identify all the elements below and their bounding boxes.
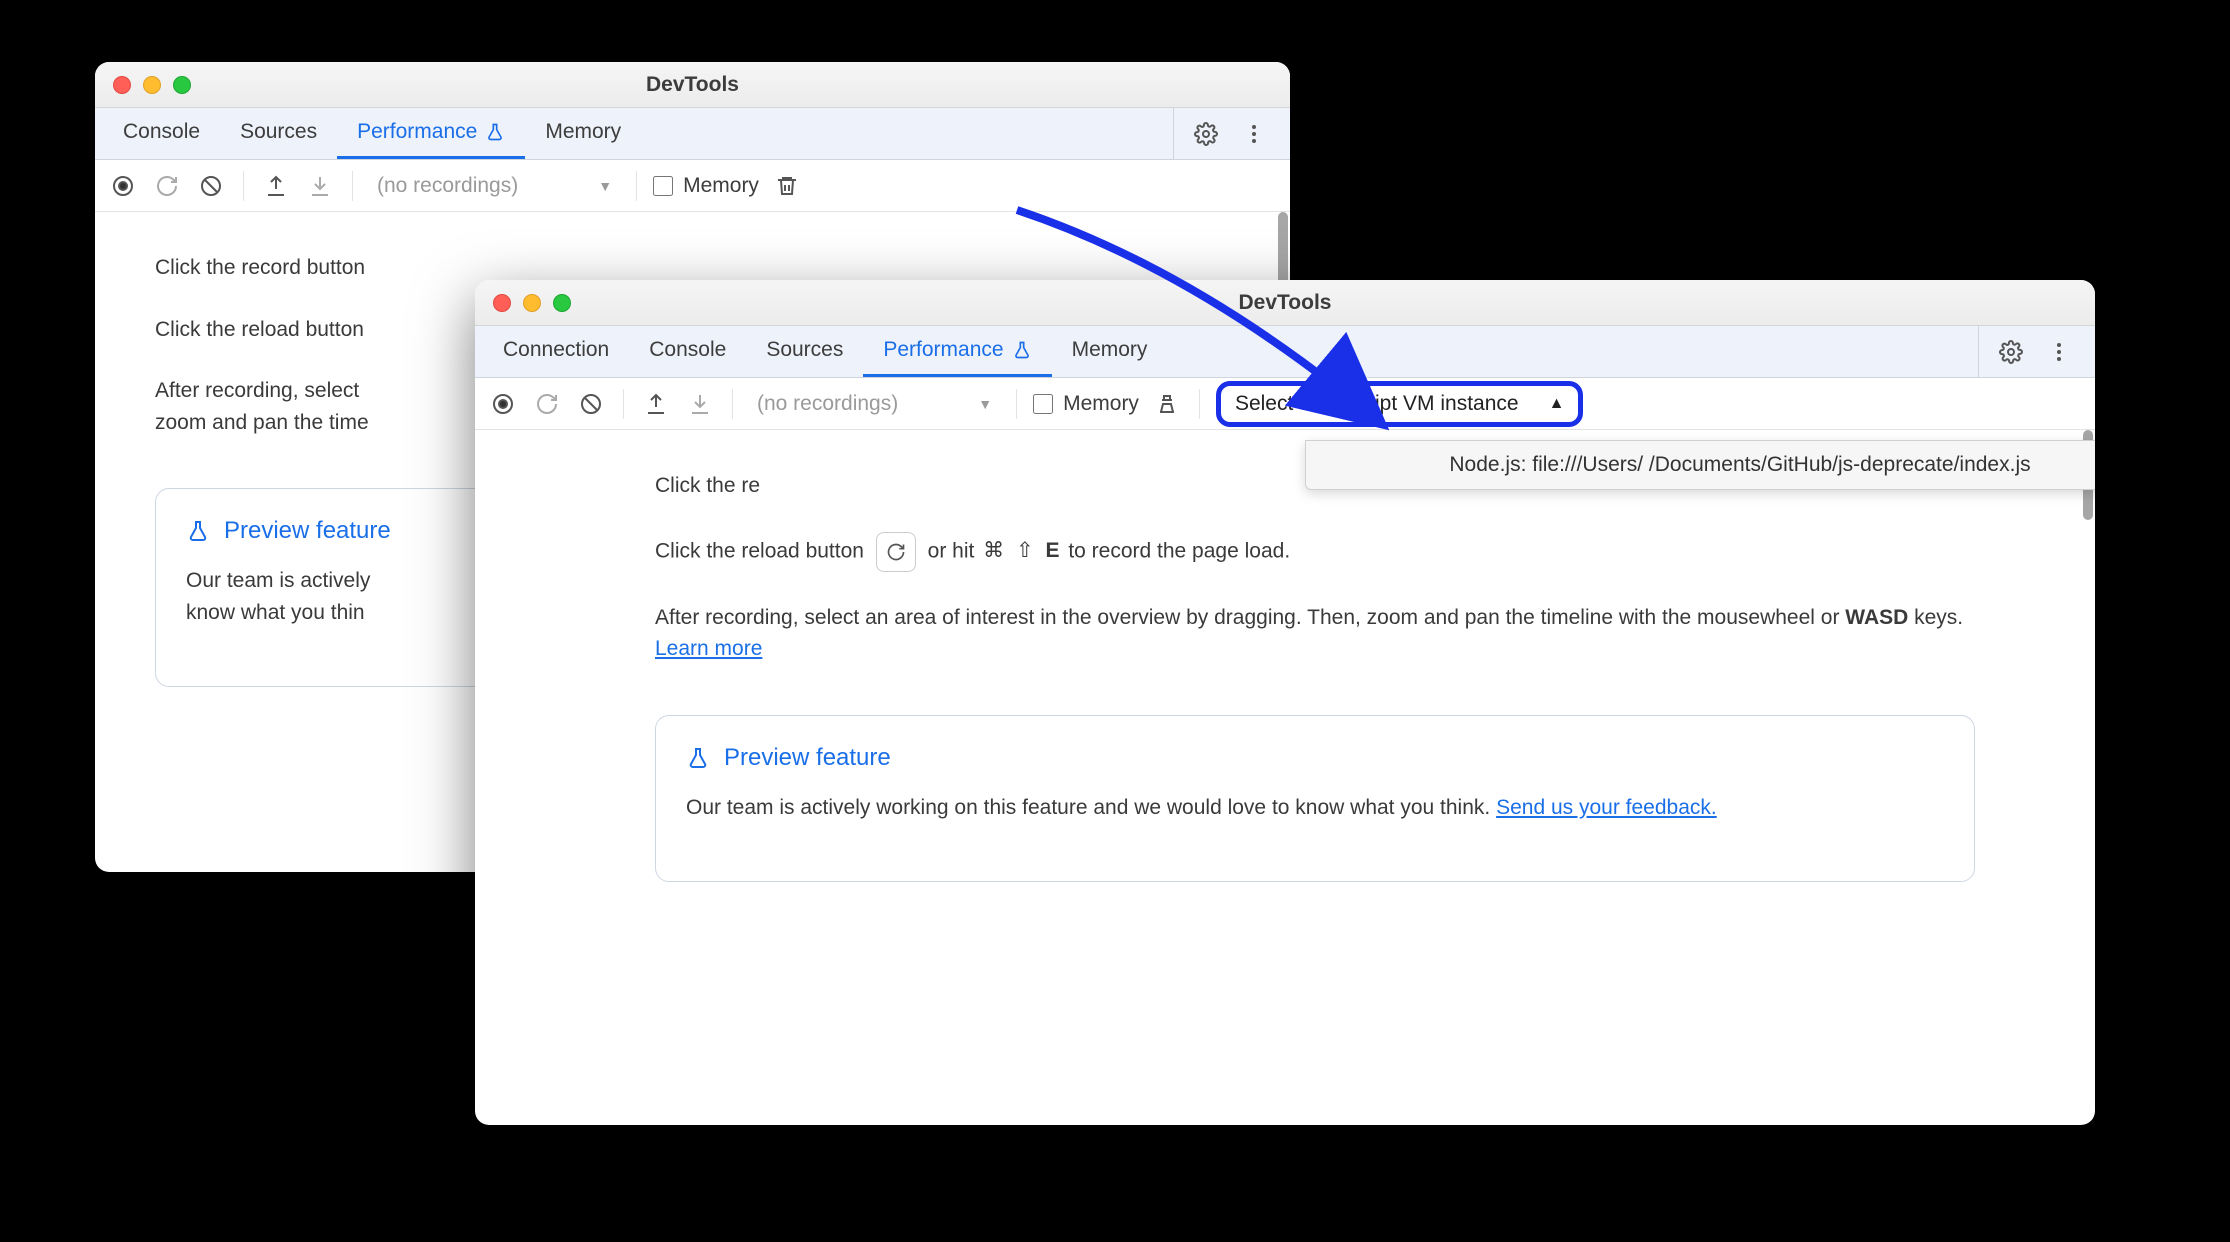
recordings-select[interactable]: (no recordings) ▼ <box>749 392 1000 416</box>
collect-garbage-icon[interactable] <box>1151 388 1183 420</box>
settings-icon[interactable] <box>1190 118 1222 150</box>
more-icon[interactable] <box>1238 118 1270 150</box>
more-icon[interactable] <box>2043 336 2075 368</box>
upload-icon[interactable] <box>640 388 672 420</box>
flask-icon <box>485 122 505 142</box>
reload-button[interactable] <box>531 388 563 420</box>
vm-dropdown-item[interactable]: Node.js: file:///Users/ /Documents/GitHu… <box>1449 453 2030 476</box>
reload-button[interactable] <box>151 170 183 202</box>
record-button[interactable] <box>107 170 139 202</box>
preview-title: Preview feature <box>724 744 891 772</box>
tab-sources[interactable]: Sources <box>746 326 863 377</box>
upload-icon[interactable] <box>260 170 292 202</box>
titlebar: DevTools <box>95 62 1290 108</box>
tab-sources[interactable]: Sources <box>220 108 337 159</box>
tab-performance[interactable]: Performance <box>863 326 1051 377</box>
preview-body: Our team is actively working on this fea… <box>686 792 1944 824</box>
tab-console[interactable]: Console <box>629 326 746 377</box>
recordings-select[interactable]: (no recordings) ▼ <box>369 174 620 198</box>
clear-button[interactable] <box>195 170 227 202</box>
learn-more-link[interactable]: Learn more <box>655 637 762 660</box>
download-icon[interactable] <box>304 170 336 202</box>
preview-title: Preview feature <box>224 517 391 545</box>
preview-card: Preview feature Our team is actively wor… <box>655 715 1975 883</box>
settings-icon[interactable] <box>1995 336 2027 368</box>
window-title: DevTools <box>475 291 2095 315</box>
perf-toolbar: (no recordings) ▼ Memory <box>95 160 1290 212</box>
tab-bar: Connection Console Sources Performance M… <box>475 326 2095 378</box>
tab-performance[interactable]: Performance <box>337 108 525 159</box>
tab-console[interactable]: Console <box>103 108 220 159</box>
vm-dropdown-menu[interactable]: Node.js: file:///Users/ /Documents/GitHu… <box>1305 440 2095 490</box>
memory-checkbox[interactable]: Memory <box>1033 392 1139 416</box>
vm-instance-select[interactable]: Select JavaScript VM instance ▲ <box>1216 381 1583 427</box>
tab-memory[interactable]: Memory <box>1052 326 1168 377</box>
window-title: DevTools <box>95 73 1290 97</box>
reload-hint: Click the reload button or hit ⌘ ⇧ E to … <box>655 532 1975 572</box>
flask-icon <box>686 746 710 770</box>
perf-content: Click the re Click the reload button or … <box>475 430 2095 1125</box>
trash-icon[interactable] <box>771 170 803 202</box>
feedback-link[interactable]: Send us your feedback. <box>1496 796 1717 819</box>
reload-inline-icon <box>876 532 916 572</box>
clear-button[interactable] <box>575 388 607 420</box>
titlebar: DevTools <box>475 280 2095 326</box>
tab-bar: Console Sources Performance Memory <box>95 108 1290 160</box>
after-hint: After recording, select an area of inter… <box>655 602 1975 665</box>
record-button[interactable] <box>487 388 519 420</box>
download-icon[interactable] <box>684 388 716 420</box>
perf-toolbar: (no recordings) ▼ Memory Select JavaScri… <box>475 378 2095 430</box>
record-hint: Click the record button <box>155 252 1230 284</box>
flask-icon <box>1012 340 1032 360</box>
memory-checkbox[interactable]: Memory <box>653 174 759 198</box>
flask-icon <box>186 519 210 543</box>
tab-memory[interactable]: Memory <box>525 108 641 159</box>
tab-connection[interactable]: Connection <box>483 326 629 377</box>
devtools-window-front: DevTools Connection Console Sources Perf… <box>475 280 2095 1125</box>
